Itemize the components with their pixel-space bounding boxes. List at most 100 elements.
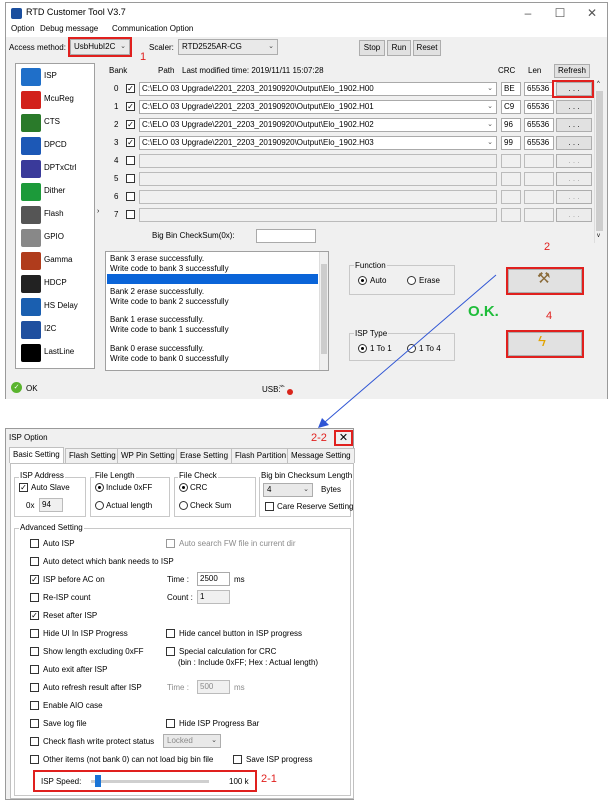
isp-before-ac-label: ISP before AC on [43, 575, 105, 584]
isp-option-title: ISP Option [9, 433, 48, 442]
include-0xff-radio[interactable] [95, 483, 104, 492]
address-prefix: 0x [26, 501, 35, 510]
tab-flash-partition[interactable]: Flash Partition [231, 448, 291, 463]
auto-exit-checkbox[interactable] [30, 665, 39, 674]
tab-wp-pin-setting[interactable]: WP Pin Setting [117, 448, 179, 463]
auto-exit-option[interactable]: Auto exit after ISP [30, 664, 160, 676]
show-length-option[interactable]: Show length excluding 0xFF [30, 646, 160, 658]
isp-address-label: ISP Address [19, 471, 65, 480]
isp-before-ac-checkbox[interactable]: ✓ [30, 575, 39, 584]
tab-basic-setting[interactable]: Basic Setting [9, 447, 64, 463]
isp-before-ac-option[interactable]: ✓ ISP before AC on [30, 574, 160, 586]
hide-progress-label: Hide ISP Progress Bar [179, 719, 260, 728]
auto-search-label: Auto search FW file in current dir [179, 539, 296, 548]
time2-label: Time : [167, 683, 189, 692]
reset-after-checkbox[interactable]: ✓ [30, 611, 39, 620]
reset-after-option[interactable]: ✓ Reset after ISP [30, 610, 160, 622]
check-sum-radio[interactable] [179, 501, 188, 510]
big-bin-length-value: 4 [267, 485, 272, 494]
special-calc-note: (bin : Include 0xFF; Hex : Actual length… [178, 658, 319, 667]
crc-radio[interactable] [179, 483, 188, 492]
count-field[interactable]: 1 [197, 590, 230, 604]
auto-detect-checkbox[interactable] [30, 557, 39, 566]
hide-cancel-checkbox[interactable] [166, 629, 175, 638]
big-bin-label: Big bin Checksum Length [260, 471, 354, 480]
chevron-down-icon: ⌄ [211, 737, 217, 744]
time-field[interactable]: 2500 [197, 572, 230, 586]
auto-refresh-label: Auto refresh result after ISP [43, 683, 142, 692]
count-label: Count : [167, 593, 193, 602]
re-isp-checkbox[interactable] [30, 593, 39, 602]
bytes-label: Bytes [321, 485, 342, 494]
save-isp-checkbox[interactable] [233, 755, 242, 764]
crc-label: CRC [190, 483, 208, 492]
time-label: Time : [167, 575, 189, 584]
enable-aio-checkbox[interactable] [30, 701, 39, 710]
save-isp-label: Save ISP progress [246, 755, 313, 764]
check-wp-checkbox[interactable] [30, 737, 39, 746]
auto-isp-checkbox[interactable] [30, 539, 39, 548]
lock-status-select[interactable]: Locked ⌄ [163, 734, 221, 748]
time2-field[interactable]: 500 [197, 680, 230, 694]
re-isp-option[interactable]: Re-ISP count [30, 592, 160, 604]
auto-search-checkbox[interactable] [166, 539, 175, 548]
actual-length-label: Actual length [106, 501, 153, 510]
show-length-checkbox[interactable] [30, 647, 39, 656]
hide-cancel-label: Hide cancel button in ISP progress [179, 629, 303, 638]
reset-after-label: Reset after ISP [43, 611, 98, 620]
save-log-option[interactable]: Save log file [30, 718, 160, 730]
basic-setting-panel: ISP Address ✓ Auto Slave 0x 94 File Leng… [10, 463, 354, 799]
check-wp-label: Check flash write protect status [43, 737, 155, 746]
other-items-checkbox[interactable] [30, 755, 39, 764]
enable-aio-option[interactable]: Enable AIO case [30, 700, 160, 712]
auto-isp-option[interactable]: Auto ISP [30, 538, 170, 550]
other-items-label: Other items (not bank 0) can not load bi… [43, 755, 214, 764]
hide-ui-checkbox[interactable] [30, 629, 39, 638]
hide-ui-option[interactable]: Hide UI In ISP Progress [30, 628, 160, 640]
annotation-2-2: 2-2 [311, 432, 327, 444]
big-bin-length-select[interactable]: 4 ⌄ [263, 483, 313, 497]
isp-option-window: ISP Option 2-2 ✕ Basic Setting Flash Sett… [5, 428, 355, 800]
other-items-option[interactable]: Other items (not bank 0) can not load bi… [30, 754, 215, 766]
auto-detect-option[interactable]: Auto detect which bank needs to ISP [30, 556, 230, 568]
file-length-label: File Length [94, 471, 136, 480]
care-reserve-checkbox[interactable] [265, 502, 274, 511]
special-calc-option[interactable]: Special calculation for CRC [166, 646, 346, 658]
save-isp-option[interactable]: Save ISP progress [233, 754, 343, 766]
enable-aio-label: Enable AIO case [43, 701, 103, 710]
auto-slave-label: Auto Slave [31, 483, 70, 492]
auto-refresh-option[interactable]: Auto refresh result after ISP [30, 682, 160, 694]
care-reserve-label: Care Reserve Setting [277, 502, 354, 511]
actual-length-radio[interactable] [95, 501, 104, 510]
hide-ui-label: Hide UI In ISP Progress [43, 629, 128, 638]
special-calc-checkbox[interactable] [166, 647, 175, 656]
file-check-label: File Check [178, 471, 218, 480]
hide-cancel-option[interactable]: Hide cancel button in ISP progress [166, 628, 346, 640]
tab-erase-setting[interactable]: Erase Setting [176, 448, 233, 463]
chevron-down-icon: ⌄ [303, 486, 309, 493]
check-sum-label: Check Sum [190, 501, 232, 510]
lock-status-value: Locked [167, 736, 193, 745]
hide-progress-option[interactable]: Hide ISP Progress Bar [166, 718, 296, 730]
time-unit: ms [234, 575, 245, 584]
address-field[interactable]: 94 [39, 498, 63, 512]
auto-slave-checkbox[interactable]: ✓ [19, 483, 28, 492]
hide-progress-checkbox[interactable] [166, 719, 175, 728]
isp-option-close-button[interactable]: ✕ [334, 430, 353, 446]
check-wp-option[interactable]: Check flash write protect status [30, 736, 160, 748]
tab-flash-setting[interactable]: Flash Setting [65, 448, 120, 463]
auto-detect-label: Auto detect which bank needs to ISP [43, 557, 174, 566]
special-calc-label: Special calculation for CRC [179, 647, 277, 656]
tab-message-setting[interactable]: Message Setting [287, 448, 355, 463]
re-isp-label: Re-ISP count [43, 593, 91, 602]
include-0xff-label: Include 0xFF [106, 483, 153, 492]
annotation-box-2-1 [33, 770, 257, 792]
advanced-setting-label: Advanced Setting [19, 523, 84, 532]
auto-exit-label: Auto exit after ISP [43, 665, 108, 674]
auto-search-option[interactable]: Auto search FW file in current dir [166, 538, 346, 550]
auto-isp-label: Auto ISP [43, 539, 75, 548]
save-log-checkbox[interactable] [30, 719, 39, 728]
time2-unit: ms [234, 683, 245, 692]
annotation-2-1: 2-1 [261, 773, 277, 785]
auto-refresh-checkbox[interactable] [30, 683, 39, 692]
